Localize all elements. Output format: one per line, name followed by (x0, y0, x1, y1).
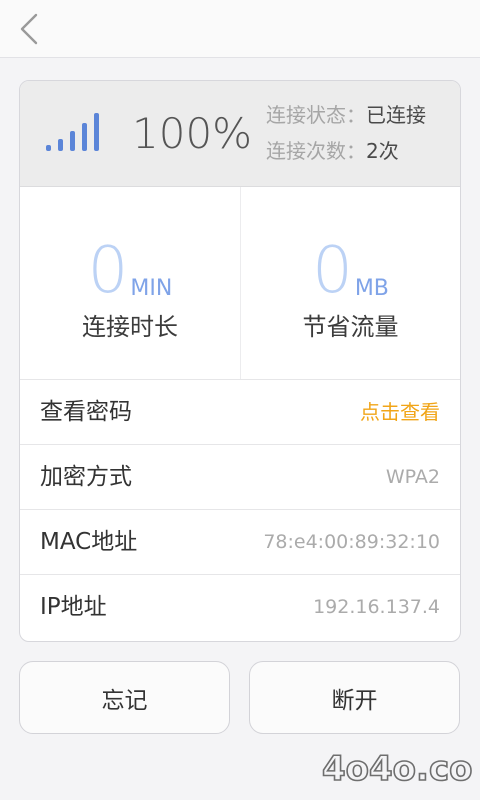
duration-unit: MIN (130, 276, 173, 301)
connection-status: 连接状态：已连接 连接次数：2次 (266, 97, 456, 169)
saved-data-value: 0 (312, 234, 353, 308)
disconnect-button[interactable]: 断开 (249, 661, 460, 734)
chevron-left-icon (20, 13, 38, 45)
status-row: 连接状态：已连接 (266, 97, 456, 133)
usage-stats: 0 MIN 连接时长 0 MB 节省流量 (20, 187, 460, 380)
back-button[interactable] (14, 10, 44, 48)
encryption-value: WPA2 (385, 466, 440, 488)
ip-label: IP地址 (40, 594, 107, 620)
saved-data-unit: MB (354, 276, 389, 301)
duration-value: 0 (87, 234, 129, 308)
status-value: 已连接 (366, 103, 426, 127)
mac-label: MAC地址 (40, 529, 138, 555)
wifi-summary: 100% 连接状态：已连接 连接次数：2次 (20, 81, 460, 187)
forget-button[interactable]: 忘记 (19, 661, 230, 734)
duration-label: 连接时长 (82, 313, 178, 341)
watermark-logo: 4o4o.com (321, 748, 474, 790)
watermark-text: 4o4o.com (322, 749, 474, 789)
wifi-info-card: 100% 连接状态：已连接 连接次数：2次 0 MIN 连接时长 0 MB 节省… (19, 80, 461, 642)
count-value: 2次 (366, 139, 399, 163)
top-bar (0, 0, 480, 58)
mac-row: MAC地址 78:e4:00:89:32:10 (20, 510, 460, 575)
signal-strength-icon (46, 113, 99, 151)
duration-stat: 0 MIN 连接时长 (20, 187, 240, 379)
view-password-link[interactable]: 点击查看 (360, 380, 440, 445)
ip-value: 192.16.137.4 (313, 596, 440, 618)
count-row: 连接次数：2次 (266, 133, 456, 169)
password-row: 查看密码 点击查看 (20, 380, 460, 445)
password-label: 查看密码 (40, 399, 132, 425)
mac-value: 78:e4:00:89:32:10 (263, 531, 440, 553)
count-label: 连接次数： (266, 139, 366, 163)
status-label: 连接状态： (266, 103, 366, 127)
saved-data-label: 节省流量 (302, 313, 399, 341)
saved-data-stat: 0 MB 节省流量 (240, 187, 460, 379)
signal-percent: 100% (132, 109, 253, 158)
encryption-row: 加密方式 WPA2 (20, 445, 460, 510)
encryption-label: 加密方式 (40, 464, 132, 490)
ip-row: IP地址 192.16.137.4 (20, 575, 460, 640)
